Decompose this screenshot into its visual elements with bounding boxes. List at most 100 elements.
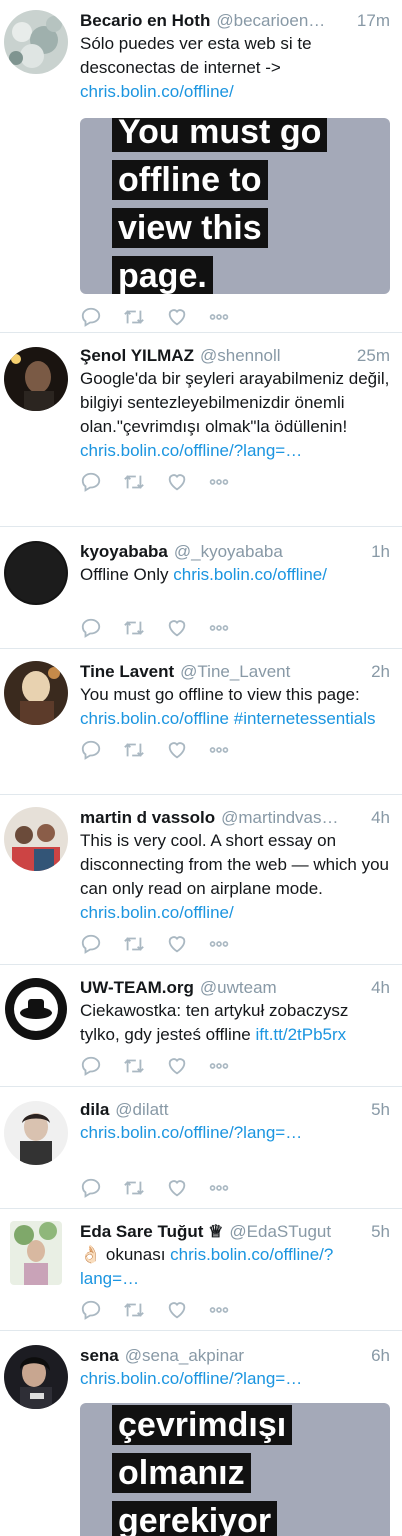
tweet-text-content: Sólo puedes ver esta web si te desconect…: [80, 34, 312, 77]
more-icon[interactable]: [208, 1299, 230, 1321]
reply-icon[interactable]: [80, 306, 102, 328]
tweet[interactable]: Tine Lavent @Tine_Lavent 2h You must go …: [0, 649, 402, 795]
tweet-feed: Becario en Hoth @becarioen… 17m Sólo pue…: [0, 0, 402, 1536]
like-icon[interactable]: [166, 471, 188, 493]
like-icon[interactable]: [166, 306, 188, 328]
author-name[interactable]: UW-TEAM.org: [80, 977, 194, 999]
tweet-actions: [80, 1297, 390, 1323]
timestamp[interactable]: 25m: [357, 345, 390, 367]
author-handle[interactable]: @shennoll: [200, 345, 349, 367]
reply-icon[interactable]: [80, 933, 102, 955]
author-name[interactable]: kyoyababa: [80, 541, 168, 563]
tweet-media[interactable]: You must go offline to view this page.: [80, 118, 390, 294]
author-name[interactable]: Tine Lavent: [80, 661, 174, 683]
avatar[interactable]: [4, 541, 68, 605]
more-icon[interactable]: [208, 617, 230, 639]
retweet-icon[interactable]: [122, 471, 146, 493]
reply-icon[interactable]: [80, 1299, 102, 1321]
timestamp[interactable]: 2h: [371, 661, 390, 683]
tweet[interactable]: kyoyababa @_kyoyababa 1h Offline Only ch…: [0, 527, 402, 649]
tweet-text: You must go offline to view this page: c…: [80, 683, 390, 731]
timestamp[interactable]: 1h: [371, 541, 390, 563]
tweet-link[interactable]: chris.bolin.co/offline/?lang=…: [80, 441, 302, 460]
avatar[interactable]: [4, 347, 68, 411]
avatar[interactable]: [4, 807, 68, 871]
avatar[interactable]: [4, 661, 68, 725]
reply-icon[interactable]: [80, 1055, 102, 1077]
author-handle[interactable]: @_kyoyababa: [174, 541, 363, 563]
tweet[interactable]: Eda Sare Tuğut ♕ @EdaSTugut 5h 👌🏻 okunas…: [0, 1209, 402, 1331]
media-text-line: olmanız: [112, 1453, 251, 1493]
tweet-link[interactable]: chris.bolin.co/offline: [80, 709, 229, 728]
retweet-icon[interactable]: [122, 739, 146, 761]
retweet-icon[interactable]: [122, 617, 146, 639]
avatar[interactable]: [4, 977, 68, 1041]
media-text-line: page.: [112, 256, 213, 294]
more-icon[interactable]: [208, 471, 230, 493]
reply-icon[interactable]: [80, 1177, 102, 1199]
more-icon[interactable]: [208, 306, 230, 328]
more-icon[interactable]: [208, 739, 230, 761]
retweet-icon[interactable]: [122, 1299, 146, 1321]
tweet-link[interactable]: chris.bolin.co/offline/?lang=…: [80, 1123, 302, 1142]
tweet-link[interactable]: chris.bolin.co/offline/: [173, 565, 327, 584]
like-icon[interactable]: [166, 617, 188, 639]
author-handle[interactable]: @martindvas…: [221, 807, 363, 829]
tweet[interactable]: dila @dilatt 5h chris.bolin.co/offline/?…: [0, 1087, 402, 1209]
tweet[interactable]: martin d vassolo @martindvas… 4h This is…: [0, 795, 402, 965]
tweet-text-content: You must go offline to view this page:: [80, 685, 360, 704]
retweet-icon[interactable]: [122, 1055, 146, 1077]
author-name[interactable]: sena: [80, 1345, 119, 1367]
timestamp[interactable]: 4h: [371, 977, 390, 999]
tweet[interactable]: sena @sena_akpinar 6h chris.bolin.co/off…: [0, 1331, 402, 1536]
tweet-link[interactable]: chris.bolin.co/offline/: [80, 82, 234, 101]
author-name[interactable]: Şenol YILMAZ: [80, 345, 194, 367]
tweet[interactable]: Becario en Hoth @becarioen… 17m Sólo pue…: [0, 0, 402, 333]
avatar[interactable]: [10, 1221, 62, 1285]
more-icon[interactable]: [208, 1055, 230, 1077]
timestamp[interactable]: 5h: [371, 1099, 390, 1121]
like-icon[interactable]: [166, 1299, 188, 1321]
reply-icon[interactable]: [80, 471, 102, 493]
avatar[interactable]: [4, 1345, 68, 1409]
timestamp[interactable]: 6h: [371, 1345, 390, 1367]
author-handle[interactable]: @becarioen…: [216, 10, 349, 32]
reply-icon[interactable]: [80, 739, 102, 761]
avatar[interactable]: [4, 10, 68, 74]
author-handle[interactable]: @EdaSTugut: [229, 1221, 363, 1243]
author-name[interactable]: Eda Sare Tuğut ♕: [80, 1221, 223, 1243]
tweet-link[interactable]: chris.bolin.co/offline/?lang=…: [80, 1369, 302, 1388]
author-handle[interactable]: @Tine_Lavent: [180, 661, 363, 683]
like-icon[interactable]: [166, 933, 188, 955]
tweet[interactable]: Şenol YILMAZ @shennoll 25m Google'da bir…: [0, 333, 402, 527]
tweet-text: chris.bolin.co/offline/?lang=…: [80, 1367, 390, 1391]
tweet[interactable]: UW-TEAM.org @uwteam 4h Ciekawostka: ten …: [0, 965, 402, 1087]
more-icon[interactable]: [208, 1177, 230, 1199]
author-handle[interactable]: @sena_akpinar: [125, 1345, 363, 1367]
like-icon[interactable]: [166, 1177, 188, 1199]
like-icon[interactable]: [166, 739, 188, 761]
retweet-icon[interactable]: [122, 306, 146, 328]
tweet-actions: [80, 304, 390, 330]
tweet-link[interactable]: ift.tt/2tPb5rx: [255, 1025, 346, 1044]
retweet-icon[interactable]: [122, 1177, 146, 1199]
author-handle[interactable]: @uwteam: [200, 977, 363, 999]
tweet-media[interactable]: çevrimdışı olmanız gerekiyor: [80, 1403, 390, 1536]
reply-icon[interactable]: [80, 617, 102, 639]
timestamp[interactable]: 5h: [371, 1221, 390, 1243]
avatar[interactable]: [4, 1101, 68, 1165]
hashtag-link[interactable]: #internetessentials: [234, 709, 376, 728]
author-name[interactable]: Becario en Hoth: [80, 10, 210, 32]
author-name[interactable]: dila: [80, 1099, 109, 1121]
media-text-line: gerekiyor: [112, 1501, 278, 1536]
timestamp[interactable]: 17m: [357, 10, 390, 32]
tweet-link[interactable]: chris.bolin.co/offline/: [80, 903, 234, 922]
like-icon[interactable]: [166, 1055, 188, 1077]
retweet-icon[interactable]: [122, 933, 146, 955]
tweet-text-content: Google'da bir şeyleri arayabilmeniz deği…: [80, 369, 390, 436]
tweet-text: This is very cool. A short essay on disc…: [80, 829, 390, 925]
author-name[interactable]: martin d vassolo: [80, 807, 215, 829]
timestamp[interactable]: 4h: [371, 807, 390, 829]
author-handle[interactable]: @dilatt: [115, 1099, 363, 1121]
more-icon[interactable]: [208, 933, 230, 955]
